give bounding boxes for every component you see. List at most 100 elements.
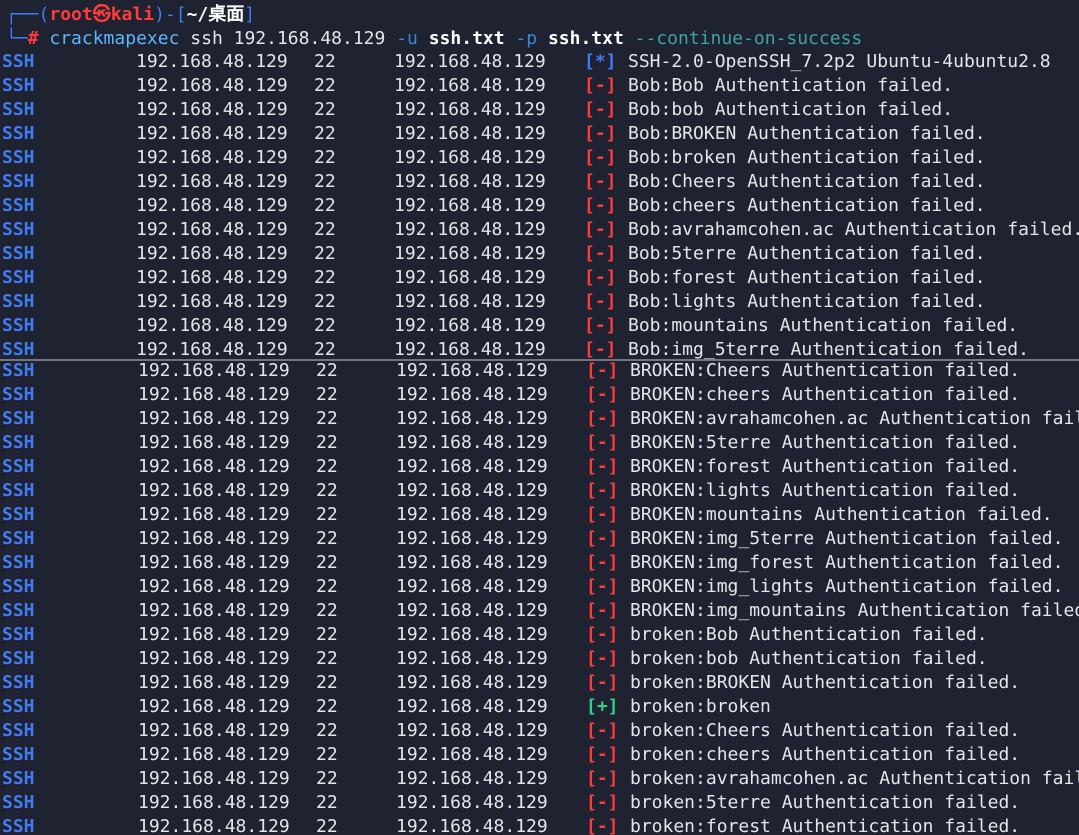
target-host: 192.168.48.129: [396, 504, 548, 525]
target-port: 22: [316, 600, 338, 621]
output-row: SSH 192.168.48.129 22 192.168.48.129 [-] BROK…: [0, 383, 1079, 407]
protocol-label: SSH: [2, 696, 35, 717]
protocol-label: SSH: [2, 315, 35, 336]
output-row: SSH 192.168.48.129 22 192.168.48.129 [*] SSH-…: [0, 50, 1079, 74]
terminal-window[interactable]: ┌──(root㉿kali)-[~/桌面] └─# crackmapexec s…: [0, 0, 1079, 835]
output-row: SSH 192.168.48.129 22 192.168.48.129 [-] brok…: [0, 671, 1079, 695]
target-ip: 192.168.48.129: [136, 243, 288, 264]
result-message: broken:5terre Authentication failed.: [630, 792, 1021, 813]
status-marker: [-]: [586, 792, 619, 813]
result-message: BROKEN:cheers Authentication failed.: [630, 384, 1021, 405]
target-port: 22: [316, 408, 338, 429]
target-ip: 192.168.48.129: [136, 171, 288, 192]
target-port: 22: [314, 315, 336, 336]
command-user-flag: -u: [396, 28, 418, 49]
status-marker: [-]: [586, 456, 619, 477]
protocol-label: SSH: [2, 123, 35, 144]
command-user-file: ssh.txt: [428, 28, 505, 49]
target-host: 192.168.48.129: [396, 744, 548, 765]
target-ip: 192.168.48.129: [136, 75, 288, 96]
status-marker: [-]: [586, 600, 619, 621]
target-ip: 192.168.48.129: [138, 552, 290, 573]
output-row: SSH 192.168.48.129 22 192.168.48.129 [-] BROK…: [0, 527, 1079, 551]
target-port: 22: [316, 360, 338, 381]
target-port: 22: [316, 696, 338, 717]
protocol-label: SSH: [2, 720, 35, 741]
target-host: 192.168.48.129: [394, 75, 546, 96]
protocol-label: SSH: [2, 243, 35, 264]
target-port: 22: [314, 75, 336, 96]
status-marker: [-]: [586, 576, 619, 597]
result-message: Bob:mountains Authentication failed.: [628, 315, 1019, 336]
result-message: BROKEN:5terre Authentication failed.: [630, 432, 1021, 453]
target-host: 192.168.48.129: [394, 171, 546, 192]
protocol-label: SSH: [2, 816, 35, 835]
prompt-corner-top: ┌──(: [6, 4, 50, 25]
target-port: 22: [314, 291, 336, 312]
command-program: crackmapexec: [49, 28, 180, 49]
output-row: SSH 192.168.48.129 22 192.168.48.129 [-] brok…: [0, 791, 1079, 815]
target-port: 22: [316, 768, 338, 789]
result-message: broken:forest Authentication failed.: [630, 816, 1021, 835]
target-ip: 192.168.48.129: [136, 291, 288, 312]
protocol-label: SSH: [2, 456, 35, 477]
protocol-label: SSH: [2, 360, 35, 381]
target-port: 22: [316, 816, 338, 835]
target-ip: 192.168.48.129: [138, 456, 290, 477]
result-message: Bob:Bob Authentication failed.: [628, 75, 954, 96]
command-line[interactable]: └─# crackmapexec ssh 192.168.48.129 -u s…: [6, 27, 862, 51]
status-marker: [-]: [586, 552, 619, 573]
output-row: SSH 192.168.48.129 22 192.168.48.129 [-] brok…: [0, 719, 1079, 743]
target-ip: 192.168.48.129: [138, 528, 290, 549]
output-row: SSH 192.168.48.129 22 192.168.48.129 [-] brok…: [0, 623, 1079, 647]
target-host: 192.168.48.129: [394, 243, 546, 264]
target-host: 192.168.48.129: [396, 600, 548, 621]
protocol-label: SSH: [2, 552, 35, 573]
result-message: BROKEN:mountains Authentication failed.: [630, 504, 1053, 525]
target-port: 22: [314, 267, 336, 288]
target-port: 22: [314, 99, 336, 120]
result-message: BROKEN:avrahamcohen.ac Authentication fa…: [630, 408, 1079, 429]
target-port: 22: [316, 384, 338, 405]
target-ip: 192.168.48.129: [138, 504, 290, 525]
target-host: 192.168.48.129: [396, 408, 548, 429]
result-message: Bob:lights Authentication failed.: [628, 291, 986, 312]
target-host: 192.168.48.129: [394, 219, 546, 240]
result-message: BROKEN:forest Authentication failed.: [630, 456, 1021, 477]
status-marker: [-]: [584, 171, 617, 192]
target-ip: 192.168.48.129: [138, 792, 290, 813]
status-marker: [-]: [586, 624, 619, 645]
target-host: 192.168.48.129: [394, 291, 546, 312]
target-host: 192.168.48.129: [396, 672, 548, 693]
target-host: 192.168.48.129: [394, 147, 546, 168]
target-port: 22: [314, 243, 336, 264]
output-row: SSH 192.168.48.129 22 192.168.48.129 [-] BROK…: [0, 431, 1079, 455]
target-host: 192.168.48.129: [394, 123, 546, 144]
prompt-header: ┌──(root㉿kali)-[~/桌面]: [6, 3, 255, 27]
protocol-label: SSH: [2, 267, 35, 288]
status-marker: [-]: [584, 195, 617, 216]
target-host: 192.168.48.129: [394, 51, 546, 72]
output-row: SSH 192.168.48.129 22 192.168.48.129 [-] Bob:…: [0, 242, 1079, 266]
protocol-label: SSH: [2, 291, 35, 312]
target-host: 192.168.48.129: [394, 315, 546, 336]
output-row: SSH 192.168.48.129 22 192.168.48.129 [-] Bob:…: [0, 266, 1079, 290]
protocol-label: SSH: [2, 768, 35, 789]
status-marker: [-]: [586, 768, 619, 789]
target-host: 192.168.48.129: [396, 720, 548, 741]
protocol-label: SSH: [2, 432, 35, 453]
target-ip: 192.168.48.129: [138, 816, 290, 835]
target-ip: 192.168.48.129: [136, 99, 288, 120]
target-port: 22: [316, 528, 338, 549]
command-proto: ssh: [190, 28, 223, 49]
prompt-separator: )-[: [154, 4, 187, 25]
result-message: Bob:avrahamcohen.ac Authentication faile…: [628, 219, 1079, 240]
result-message: Bob:bob Authentication failed.: [628, 99, 954, 120]
status-marker: [*]: [584, 51, 617, 72]
result-message: BROKEN:img_lights Authentication failed.: [630, 576, 1064, 597]
command-pass-flag: -p: [515, 28, 538, 49]
status-marker: [-]: [584, 75, 617, 96]
protocol-label: SSH: [2, 792, 35, 813]
output-row: SSH 192.168.48.129 22 192.168.48.129 [-] Bob:…: [0, 290, 1079, 314]
target-port: 22: [316, 648, 338, 669]
